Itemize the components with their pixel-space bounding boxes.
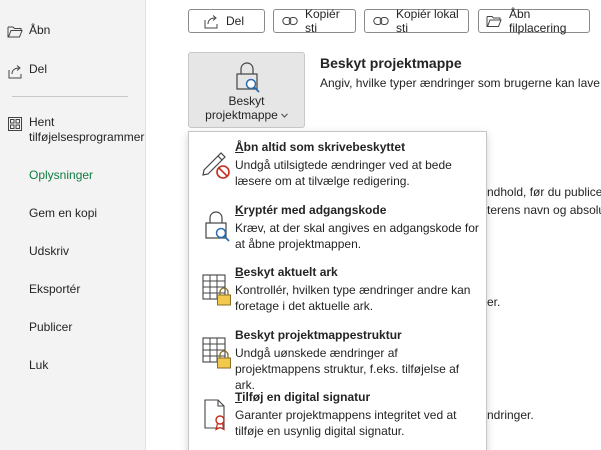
link-icon	[373, 13, 389, 29]
sidebar-item-label: Del	[29, 62, 48, 76]
open-file-location-label: Åbn filplacering	[509, 7, 567, 35]
copy-local-path-button[interactable]: Kopiér lokal sti	[364, 7, 469, 35]
sidebar-item-label: Åbn	[29, 23, 51, 37]
pencil-prohibited-icon	[202, 152, 230, 179]
protect-button-label-line1: Beskyt	[228, 94, 265, 108]
copy-path-button[interactable]: Kopiér sti	[273, 7, 356, 35]
sidebar-item-open[interactable]: Åbn	[0, 23, 146, 41]
menu-item-title: Åbn altid som skrivebeskyttet	[235, 140, 406, 154]
addins-grid-icon	[6, 115, 24, 133]
copy-path-label: Kopiér sti	[305, 7, 340, 35]
menu-item-title: Kryptér med adgangskode	[235, 203, 387, 217]
background-text-fragment: er.	[487, 295, 501, 309]
addins-label-line2: tilføjelsesprogrammer	[29, 130, 145, 144]
menu-item-title: Beskyt aktuelt ark	[235, 265, 338, 279]
sidebar-item-save-copy[interactable]: Gem en kopi	[29, 206, 97, 220]
background-text-fragment: terens navn og absolut	[487, 203, 601, 217]
sidebar-item-publish[interactable]: Publicer	[29, 320, 72, 334]
menu-item-description: Undgå utilsigtede ændringer ved at bede l…	[235, 158, 452, 188]
sheet-lock-icon	[202, 274, 231, 306]
sidebar-item-info[interactable]: Oplysninger	[29, 168, 93, 182]
sidebar-divider	[12, 96, 128, 97]
menu-item-description: Kontrollér, hvilken type ændringer andre…	[235, 283, 471, 313]
share-button[interactable]: Del	[188, 9, 265, 33]
sheet-lock-icon	[202, 337, 231, 369]
background-text-fragment: ndringer.	[487, 408, 534, 422]
share-icon	[6, 62, 24, 80]
share-icon	[203, 13, 219, 29]
background-text-fragment: ndhold, før du publicer	[487, 185, 601, 199]
protect-section-description: Angiv, hvilke typer ændringer som bruger…	[320, 76, 601, 90]
folder-open-icon	[486, 13, 502, 29]
folder-open-icon	[6, 23, 24, 41]
sidebar-item-label: Hent tilføjelsesprogrammer	[29, 115, 144, 145]
sidebar-item-export[interactable]: Eksportér	[29, 282, 80, 296]
menu-item-description: Kræv, at der skal angives en adgangskode…	[235, 221, 479, 251]
sidebar-item-share[interactable]: Del	[0, 62, 146, 80]
sidebar-item-close[interactable]: Luk	[29, 358, 48, 372]
protect-workbook-button[interactable]: Beskyt projektmappe	[188, 52, 305, 128]
menu-item-title: Beskyt projektmappestruktur	[235, 328, 402, 342]
lock-search-icon	[205, 211, 230, 242]
protect-section-title: Beskyt projektmappe	[320, 55, 462, 71]
open-file-location-button[interactable]: Åbn filplacering	[478, 7, 590, 35]
protect-button-label-text: projektmappe	[205, 108, 278, 122]
menu-item-title: Tilføj en digital signatur	[235, 390, 371, 404]
document-ribbon-icon	[204, 399, 225, 431]
protect-button-label-line2: projektmappe	[205, 108, 288, 122]
sidebar-item-print[interactable]: Udskriv	[29, 244, 69, 258]
lock-search-icon	[235, 62, 260, 93]
chevron-down-icon	[280, 112, 288, 118]
menu-item-description: Undgå uønskede ændringer af projektmappen…	[235, 346, 460, 392]
backstage-sidebar: Åbn Del Hent tilføjelsesprogrammer Oplys…	[0, 0, 146, 450]
menu-item-description: Garanter projektmappens integritet ved a…	[235, 408, 457, 438]
copy-local-path-label: Kopiér lokal sti	[396, 7, 459, 35]
protect-workbook-menu: Åbn altid som skrivebeskyttet Undgå util…	[188, 131, 487, 450]
sidebar-item-get-addins[interactable]: Hent tilføjelsesprogrammer	[0, 115, 146, 145]
share-button-label: Del	[226, 14, 245, 28]
addins-label-line1: Hent	[29, 115, 55, 129]
link-icon	[282, 13, 298, 29]
